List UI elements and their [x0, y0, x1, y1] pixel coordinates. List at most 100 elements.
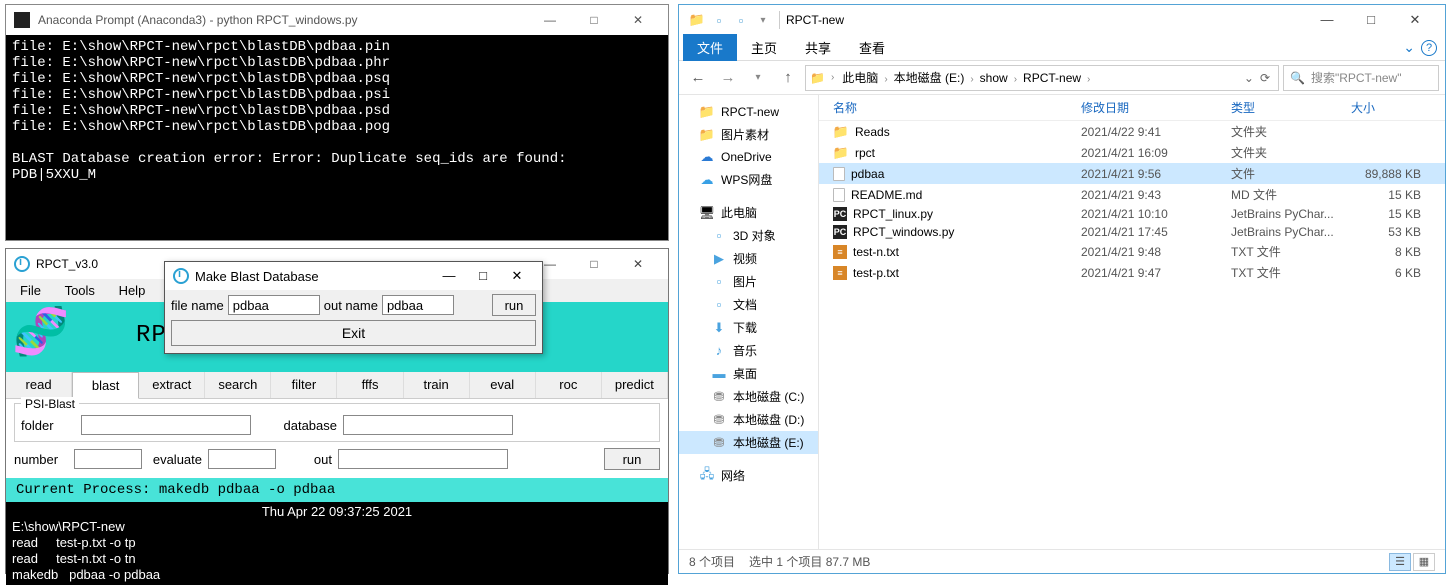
file-row[interactable]: README.md2021/4/21 9:43MD 文件15 KB	[819, 184, 1445, 205]
tree-item[interactable]: ⛃本地磁盘 (C:)	[679, 385, 818, 408]
tree-item[interactable]: ⬇下载	[679, 316, 818, 339]
forward-button[interactable]: →	[715, 65, 741, 91]
tree-item[interactable]: ▬桌面	[679, 362, 818, 385]
breadcrumb-segment[interactable]: 本地磁盘 (E:)	[892, 71, 967, 85]
tree-item[interactable]: 🖧网络	[679, 464, 818, 487]
tab-search[interactable]: search	[205, 372, 271, 398]
tree-item[interactable]: ☁WPS网盘	[679, 168, 818, 191]
col-name[interactable]: 名称	[833, 99, 1081, 116]
file-row[interactable]: ≡test-p.txt2021/4/21 9:47TXT 文件6 KB	[819, 262, 1445, 283]
file-row[interactable]: PCRPCT_linux.py2021/4/21 10:10JetBrains …	[819, 205, 1445, 223]
menu-file[interactable]: File	[10, 281, 51, 300]
file-row[interactable]: 📁Reads2021/4/22 9:41文件夹	[819, 121, 1445, 142]
out-name-input[interactable]	[382, 295, 454, 315]
console-titlebar[interactable]: Anaconda Prompt (Anaconda3) - python RPC…	[6, 5, 668, 35]
close-button[interactable]: ✕	[500, 263, 534, 289]
tab-blast[interactable]: blast	[72, 372, 139, 399]
close-button[interactable]: ✕	[616, 250, 660, 278]
tree-item[interactable]: ♪音乐	[679, 339, 818, 362]
qat-item[interactable]: ▫	[709, 10, 729, 30]
console-title-text: Anaconda Prompt (Anaconda3) - python RPC…	[38, 13, 358, 27]
minimize-button[interactable]: —	[432, 263, 466, 289]
ribbon-tab-file[interactable]: 文件	[683, 34, 737, 61]
tab-roc[interactable]: roc	[536, 372, 602, 398]
tab-read[interactable]: read	[6, 372, 72, 398]
exit-button[interactable]: Exit	[171, 320, 536, 346]
number-input[interactable]	[74, 449, 142, 469]
maximize-button[interactable]: □	[572, 250, 616, 278]
back-button[interactable]: ←	[685, 65, 711, 91]
folder-icon[interactable]: 📁	[687, 10, 707, 30]
tab-eval[interactable]: eval	[470, 372, 536, 398]
rpct-log[interactable]: Thu Apr 22 09:37:25 2021E:\show\RPCT-new…	[6, 502, 668, 585]
breadcrumb-segment[interactable]: show	[978, 71, 1010, 85]
tab-extract[interactable]: extract	[139, 372, 205, 398]
ribbon-tab-view[interactable]: 查看	[845, 34, 899, 61]
address-dropdown-icon[interactable]: ⌄	[1244, 71, 1254, 85]
database-input[interactable]	[343, 415, 513, 435]
menu-help[interactable]: Help	[109, 281, 156, 300]
help-icon[interactable]: ?	[1421, 40, 1437, 56]
tree-item[interactable]: ▶视频	[679, 247, 818, 270]
file-row[interactable]: PCRPCT_windows.py2021/4/21 17:45JetBrain…	[819, 223, 1445, 241]
chevron-right-icon[interactable]: ›	[966, 74, 977, 85]
file-row[interactable]: ≡test-n.txt2021/4/21 9:48TXT 文件8 KB	[819, 241, 1445, 262]
file-name-input[interactable]	[228, 295, 320, 315]
out-input[interactable]	[338, 449, 508, 469]
breadcrumb-segment[interactable]: 此电脑	[840, 71, 880, 85]
tab-fffs[interactable]: fffs	[337, 372, 403, 398]
tree-item[interactable]: ⛃本地磁盘 (E:)	[679, 431, 818, 454]
icons-view-button[interactable]: ▦	[1413, 553, 1435, 571]
maximize-button[interactable]: □	[466, 263, 500, 289]
tree-item[interactable]: ▫图片	[679, 270, 818, 293]
chevron-right-icon[interactable]: ›	[1010, 74, 1021, 85]
console-output[interactable]: file: E:\show\RPCT-new\rpct\blastDB\pdba…	[6, 35, 668, 240]
address-bar[interactable]: 📁 › 此电脑›本地磁盘 (E:)›show›RPCT-new› ⌄ ⟳	[805, 65, 1279, 91]
tree-item[interactable]: 📁RPCT-new	[679, 101, 818, 123]
tree-item[interactable]: ☁OneDrive	[679, 146, 818, 168]
run-button[interactable]: run	[604, 448, 660, 470]
maximize-button[interactable]: □	[572, 6, 616, 34]
tree-item[interactable]: ▫文档	[679, 293, 818, 316]
minimize-button[interactable]: —	[528, 6, 572, 34]
col-size[interactable]: 大小	[1351, 99, 1431, 116]
details-view-button[interactable]: ☰	[1389, 553, 1411, 571]
tree-item[interactable]: 🖥此电脑	[679, 201, 818, 224]
tree-item[interactable]: ▫3D 对象	[679, 224, 818, 247]
file-row[interactable]: pdbaa2021/4/21 9:56文件89,888 KB	[819, 163, 1445, 184]
refresh-button[interactable]: ⟳	[1260, 71, 1270, 85]
ribbon-expand-icon[interactable]: ⌄	[1403, 39, 1415, 56]
ribbon-tab-share[interactable]: 共享	[791, 34, 845, 61]
evaluate-input[interactable]	[208, 449, 276, 469]
file-row[interactable]: 📁rpct2021/4/21 16:09文件夹	[819, 142, 1445, 163]
dialog-run-button[interactable]: run	[492, 294, 536, 316]
menu-tools[interactable]: Tools	[55, 281, 105, 300]
tree-item[interactable]: ⛃本地磁盘 (D:)	[679, 408, 818, 431]
col-type[interactable]: 类型	[1231, 99, 1351, 116]
ribbon-tab-home[interactable]: 主页	[737, 34, 791, 61]
tab-predict[interactable]: predict	[602, 372, 668, 398]
dialog-titlebar[interactable]: Make Blast Database — □ ✕	[165, 262, 542, 290]
chevron-right-icon[interactable]: ›	[880, 74, 891, 85]
qat-item[interactable]: ▫	[731, 10, 751, 30]
recent-dropdown-icon[interactable]: ▾	[745, 65, 771, 91]
tree-item[interactable]: 📁图片素材	[679, 123, 818, 146]
col-date[interactable]: 修改日期	[1081, 99, 1231, 116]
search-input[interactable]: 🔍 搜索"RPCT-new"	[1283, 65, 1439, 91]
tab-filter[interactable]: filter	[271, 372, 337, 398]
folder-input[interactable]	[81, 415, 251, 435]
close-button[interactable]: ✕	[1393, 6, 1437, 34]
up-button[interactable]: ↑	[775, 65, 801, 91]
minimize-button[interactable]: —	[1305, 6, 1349, 34]
nav-tree[interactable]: 📁RPCT-new📁图片素材☁OneDrive☁WPS网盘 🖥此电脑▫3D 对象▶…	[679, 95, 819, 549]
breadcrumb-segment[interactable]: RPCT-new	[1021, 71, 1083, 85]
maximize-button[interactable]: □	[1349, 6, 1393, 34]
chevron-right-icon[interactable]: ›	[1083, 74, 1094, 85]
qat-dropdown-icon[interactable]: ▾	[753, 10, 773, 30]
file-list[interactable]: 名称 修改日期 类型 大小 📁Reads2021/4/22 9:41文件夹📁rp…	[819, 95, 1445, 549]
explorer-titlebar[interactable]: 📁 ▫ ▫ ▾ RPCT-new — □ ✕	[679, 5, 1445, 35]
close-button[interactable]: ✕	[616, 6, 660, 34]
column-headers[interactable]: 名称 修改日期 类型 大小	[819, 95, 1445, 121]
tab-train[interactable]: train	[404, 372, 470, 398]
chevron-right-icon[interactable]: ›	[827, 72, 838, 83]
